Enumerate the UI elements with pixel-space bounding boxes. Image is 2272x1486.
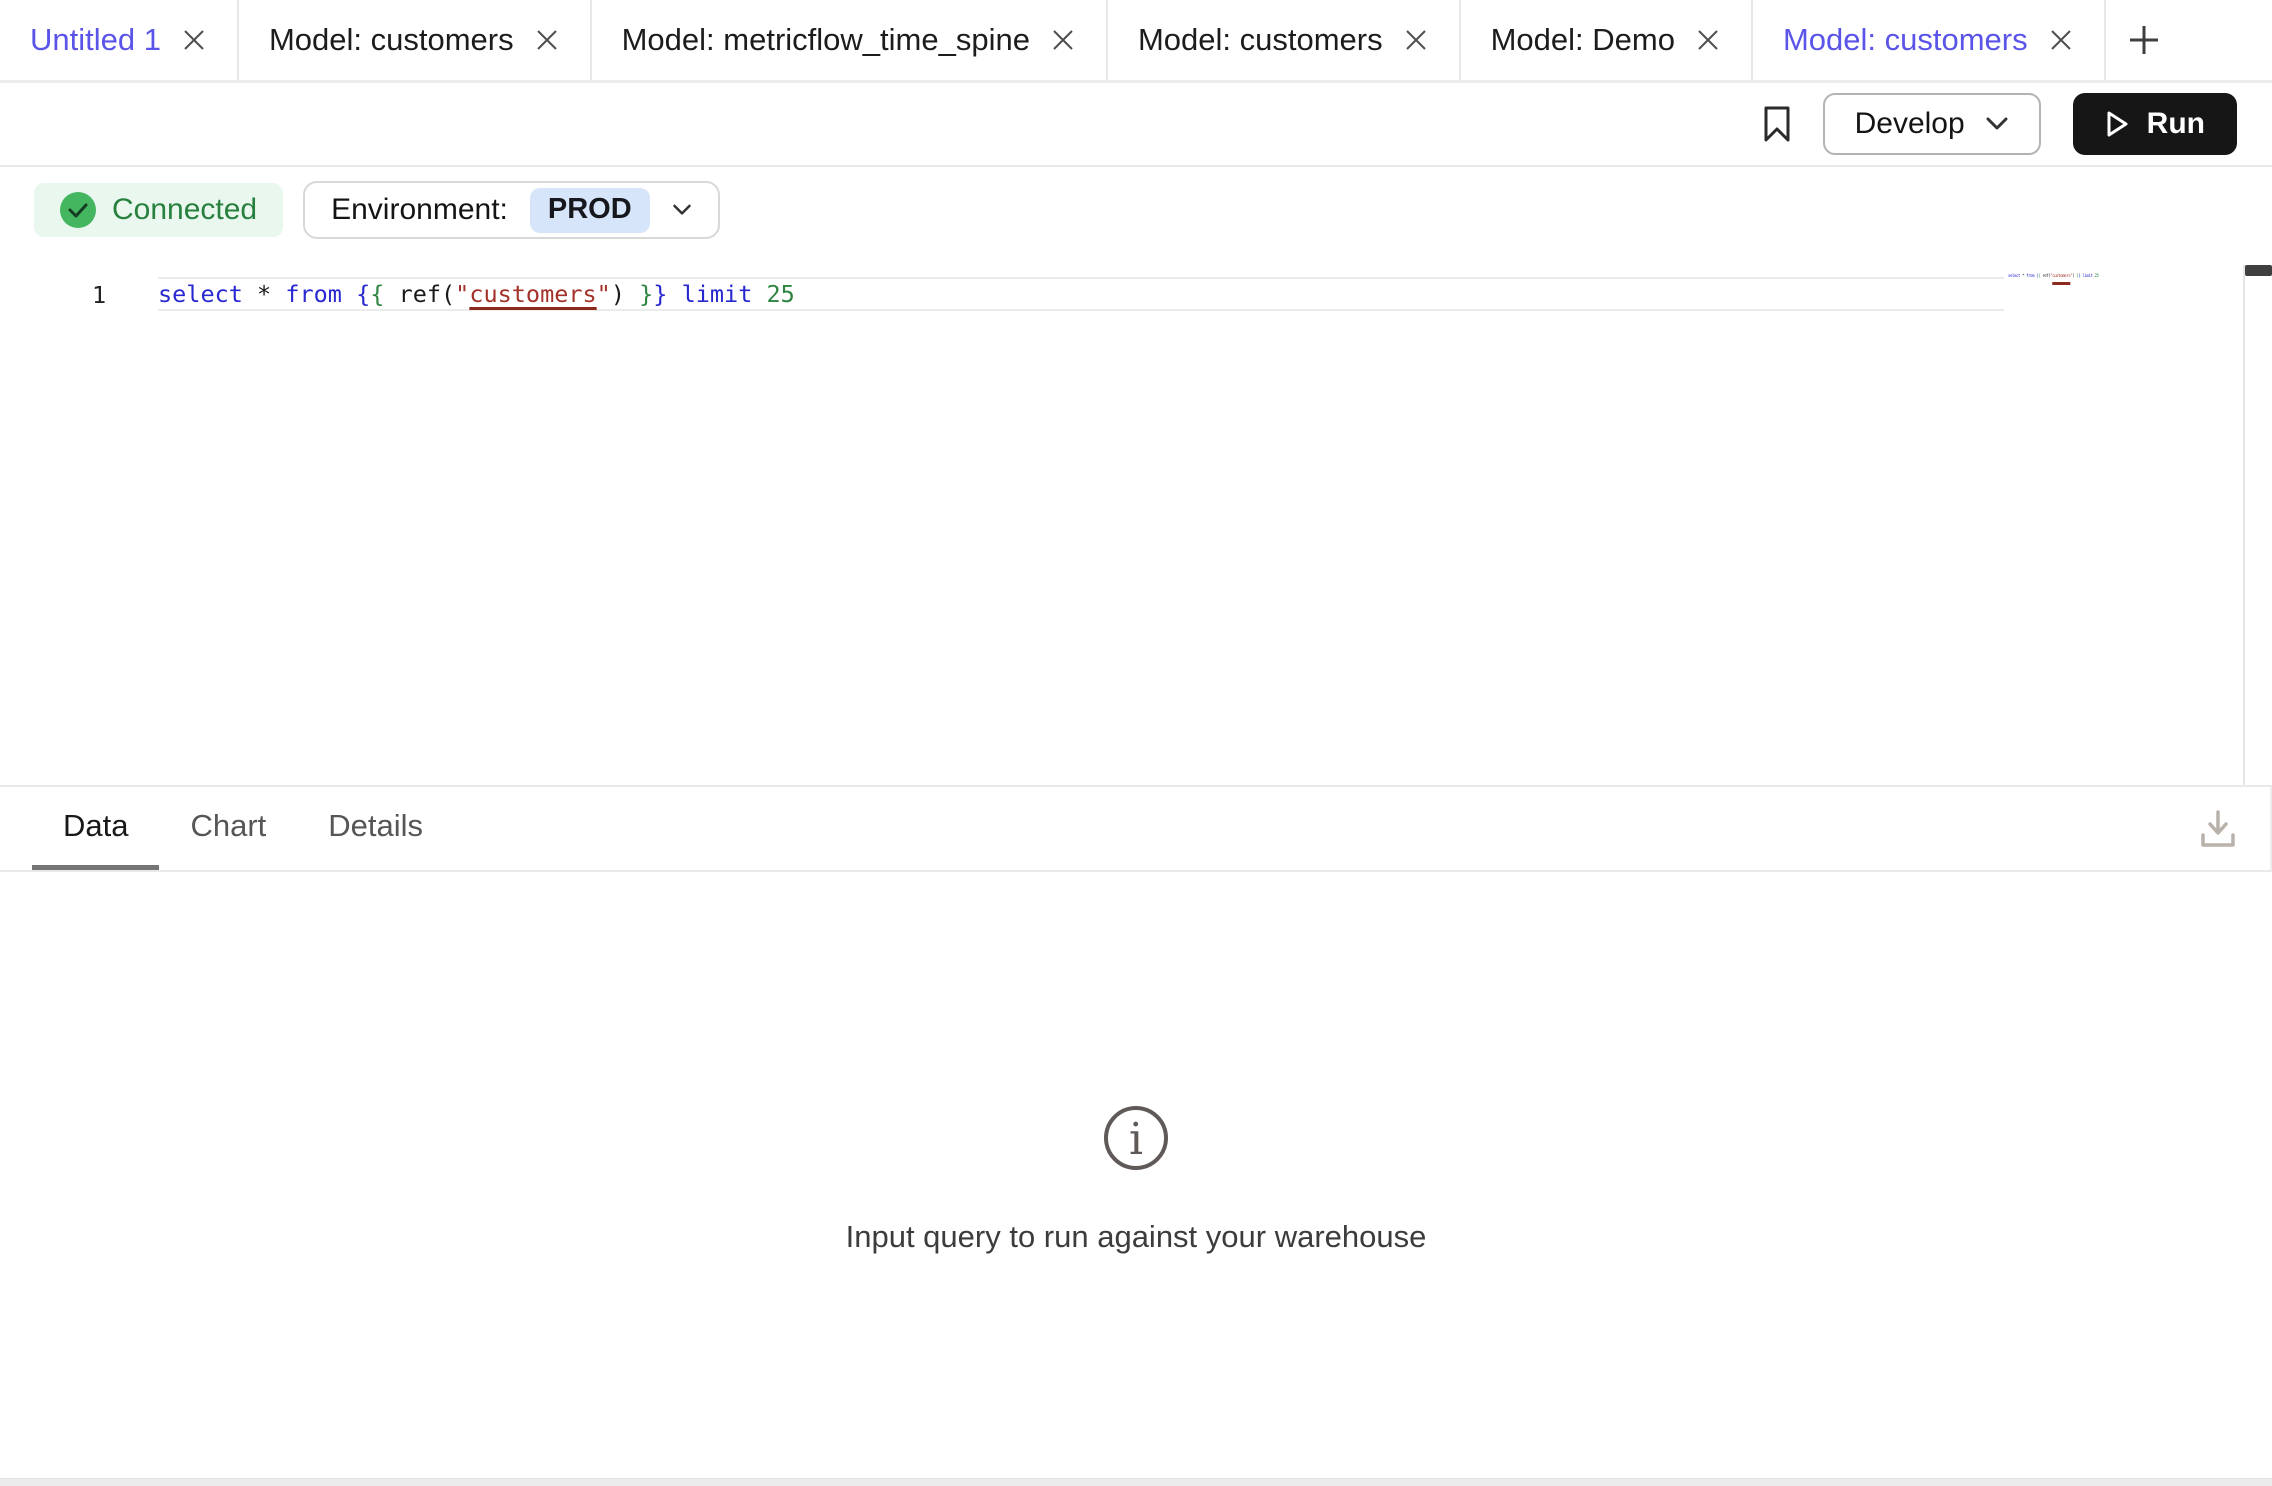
- code-line[interactable]: select * from {{ ref("customers") }} lim…: [158, 277, 2004, 311]
- environment-value-badge: PROD: [530, 188, 650, 233]
- svg-text:i: i: [1129, 1114, 1143, 1165]
- download-icon: [2198, 808, 2238, 850]
- code-token: ): [611, 280, 625, 308]
- chevron-down-icon: [672, 203, 692, 217]
- code-token: limit: [682, 280, 753, 308]
- bottom-strip: [0, 1478, 2272, 1486]
- code-token: customers: [469, 280, 596, 308]
- tab-list: Untitled 1 Model: customers Model: metricf…: [0, 0, 2106, 80]
- editor-tab-label: Model: customers: [1138, 22, 1383, 58]
- bookmark-icon: [1763, 106, 1791, 142]
- code-token: {: [356, 280, 370, 308]
- code-token: ref(: [384, 280, 455, 308]
- plus-icon: [2124, 20, 2164, 60]
- code-token: limit: [2082, 273, 2092, 278]
- close-icon[interactable]: [1695, 27, 1721, 53]
- close-icon[interactable]: [1050, 27, 1076, 53]
- editor-tab-5[interactable]: Model: customers: [1753, 0, 2106, 80]
- editor-tab-label: Model: customers: [1783, 22, 2028, 58]
- line-number: 1: [92, 281, 106, 309]
- editor-tab-2[interactable]: Model: metricflow_time_spine: [592, 0, 1108, 80]
- close-icon[interactable]: [2048, 27, 2074, 53]
- editor-tab-label: Untitled 1: [30, 22, 161, 58]
- minimap[interactable]: select * from {{ ref("customers") }} lim…: [2008, 273, 2099, 278]
- results-empty-message: Input query to run against your warehous…: [846, 1219, 1427, 1255]
- code-token: [243, 280, 257, 308]
- results-empty-state: i Input query to run against your wareho…: [0, 1104, 2272, 1255]
- code-token: 25: [767, 280, 795, 308]
- code-token: ": [455, 280, 469, 308]
- run-button[interactable]: Run: [2073, 93, 2237, 155]
- code-token: [752, 280, 766, 308]
- close-icon[interactable]: [1403, 27, 1429, 53]
- code-token: from: [2026, 273, 2034, 278]
- editor-scrollbar-track[interactable]: [2243, 265, 2272, 785]
- environment-label: Environment:: [331, 193, 508, 227]
- code-token: [667, 280, 681, 308]
- editor-tab-label: Model: customers: [269, 22, 514, 58]
- code-token: ": [597, 280, 611, 308]
- bookmark-button[interactable]: [1763, 106, 1791, 142]
- environment-select[interactable]: Environment: PROD: [303, 181, 720, 239]
- close-icon[interactable]: [534, 27, 560, 53]
- results-tabbar: DataChartDetails: [0, 787, 2272, 872]
- code-token: }: [653, 280, 667, 308]
- results-tab-chart[interactable]: Chart: [159, 787, 297, 870]
- toolbar: Develop Run: [0, 83, 2272, 167]
- results-tab-data[interactable]: Data: [32, 787, 159, 870]
- connection-status-label: Connected: [112, 193, 257, 227]
- new-tab-button[interactable]: [2106, 0, 2164, 80]
- code-token: ref(: [2040, 273, 2050, 278]
- code-token: select: [158, 280, 243, 308]
- code-token: *: [257, 280, 271, 308]
- results-tab-list: DataChartDetails: [32, 787, 454, 870]
- code-editor-pane: Connected Environment: PROD 1 select * f…: [0, 167, 2272, 785]
- code-token: customers: [2052, 273, 2070, 278]
- code-token: }: [639, 280, 653, 308]
- editor-status-row: Connected Environment: PROD: [0, 167, 2272, 239]
- info-icon: i: [1102, 1104, 1170, 1177]
- editor-tabbar: Untitled 1 Model: customers Model: metricf…: [0, 0, 2272, 83]
- develop-button[interactable]: Develop: [1823, 93, 2041, 155]
- code-token: {: [370, 280, 384, 308]
- connection-status-badge: Connected: [34, 183, 283, 237]
- code-token: from: [285, 280, 342, 308]
- editor-tab-label: Model: metricflow_time_spine: [622, 22, 1030, 58]
- editor-tab-0[interactable]: Untitled 1: [0, 0, 239, 80]
- editor-tab-1[interactable]: Model: customers: [239, 0, 592, 80]
- results-panel: DataChartDetails i Input query to run ag…: [0, 785, 2272, 1478]
- code-token: 25: [2095, 273, 2099, 278]
- editor-tab-label: Model: Demo: [1491, 22, 1675, 58]
- close-icon[interactable]: [181, 27, 207, 53]
- code-token: [271, 280, 285, 308]
- code-token: [625, 280, 639, 308]
- download-button[interactable]: [2198, 808, 2238, 850]
- develop-button-label: Develop: [1855, 107, 1965, 141]
- code-token: [342, 280, 356, 308]
- editor-scrollbar-thumb[interactable]: [2245, 265, 2272, 276]
- check-circle-icon: [60, 192, 96, 228]
- code-token: select: [2008, 273, 2020, 278]
- results-tab-details[interactable]: Details: [297, 787, 454, 870]
- editor-tab-3[interactable]: Model: customers: [1108, 0, 1461, 80]
- editor-tab-4[interactable]: Model: Demo: [1461, 0, 1753, 80]
- run-button-label: Run: [2147, 107, 2205, 141]
- play-icon: [2105, 110, 2129, 138]
- chevron-down-icon: [1985, 116, 2009, 132]
